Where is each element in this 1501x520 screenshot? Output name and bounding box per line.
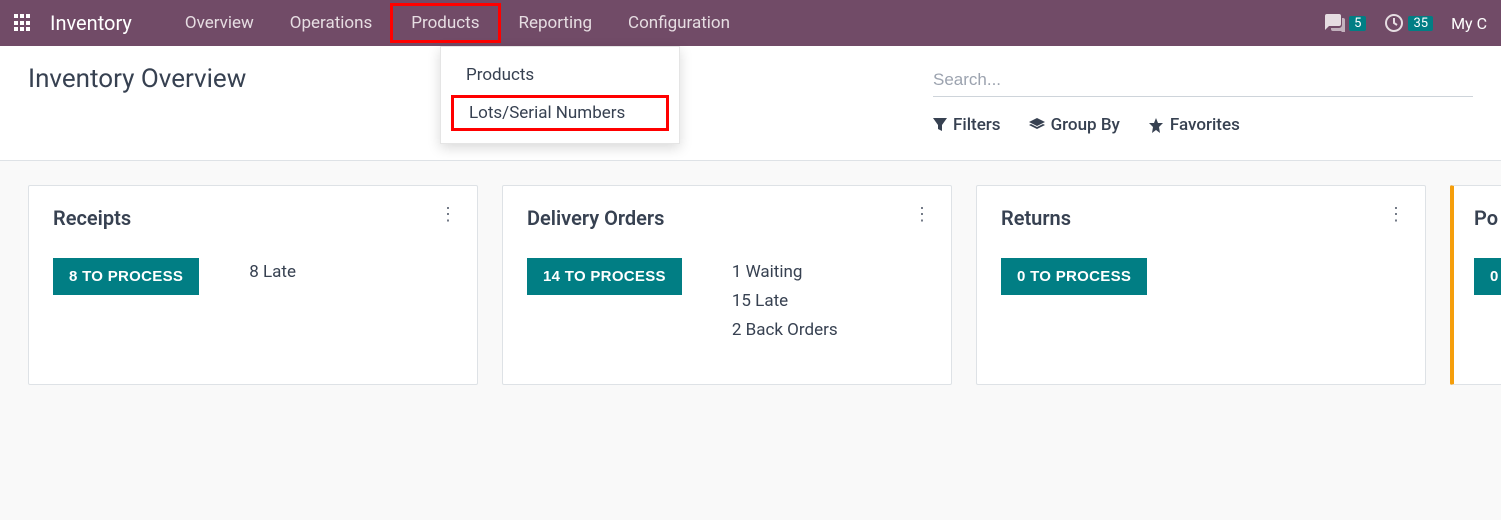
dropdown-products[interactable]: Products [441,57,679,93]
top-navbar: Inventory Overview Operations Products R… [0,0,1501,46]
card-stats: 1 Waiting 15 Late 2 Back Orders [732,258,838,345]
layers-icon [1029,118,1045,132]
card-receipts: Receipts ⋮ 8 TO PROCESS 8 Late [28,185,478,385]
search-area: Filters Group By Favorites [933,64,1473,135]
nav-overview[interactable]: Overview [167,3,272,43]
user-menu[interactable]: My C [1451,14,1487,33]
card-title[interactable]: Returns [1001,206,1401,230]
stat-line[interactable]: 2 Back Orders [732,316,838,345]
filters-button[interactable]: Filters [933,115,1001,135]
favorites-label: Favorites [1170,115,1240,135]
control-panel: Inventory Overview Filters Group By Favo… [0,46,1501,161]
nav-products[interactable]: Products [390,3,500,43]
messages-badge: 5 [1349,16,1366,31]
card-title[interactable]: Delivery Orders [527,206,927,230]
dropdown-lots-serial[interactable]: Lots/Serial Numbers [451,95,669,131]
card-title[interactable]: Receipts [53,206,453,230]
card-partial: Po 0 [1450,185,1501,385]
app-title[interactable]: Inventory [50,11,132,35]
groupby-button[interactable]: Group By [1029,115,1120,135]
messages-button[interactable]: 5 [1323,14,1366,32]
filters-label: Filters [953,115,1001,135]
card-menu-icon[interactable]: ⋮ [913,204,931,225]
stat-line[interactable]: 1 Waiting [732,258,838,287]
products-dropdown: Products Lots/Serial Numbers [440,46,680,144]
search-input[interactable] [933,64,1473,97]
kanban-row: Receipts ⋮ 8 TO PROCESS 8 Late Delivery … [0,161,1501,409]
process-button[interactable]: 0 [1474,258,1501,295]
card-stats: 8 Late [249,258,296,295]
funnel-icon [933,118,947,132]
nav-operations[interactable]: Operations [272,3,391,43]
process-button[interactable]: 0 TO PROCESS [1001,258,1147,295]
messages-icon [1323,14,1345,32]
groupby-label: Group By [1051,115,1120,135]
stat-line[interactable]: 15 Late [732,287,838,316]
clock-icon [1384,13,1404,33]
activities-badge: 35 [1408,16,1433,31]
card-menu-icon[interactable]: ⋮ [1387,204,1405,225]
nav-configuration[interactable]: Configuration [610,3,748,43]
activities-button[interactable]: 35 [1384,13,1433,33]
card-title[interactable]: Po [1474,206,1501,230]
star-icon [1148,118,1164,133]
stat-line[interactable]: 8 Late [249,258,296,287]
card-menu-icon[interactable]: ⋮ [439,204,457,225]
card-delivery-orders: Delivery Orders ⋮ 14 TO PROCESS 1 Waitin… [502,185,952,385]
process-button[interactable]: 14 TO PROCESS [527,258,682,295]
card-returns: Returns ⋮ 0 TO PROCESS [976,185,1426,385]
process-button[interactable]: 8 TO PROCESS [53,258,199,295]
nav-reporting[interactable]: Reporting [501,3,611,43]
favorites-button[interactable]: Favorites [1148,115,1240,135]
apps-icon[interactable] [14,14,32,32]
